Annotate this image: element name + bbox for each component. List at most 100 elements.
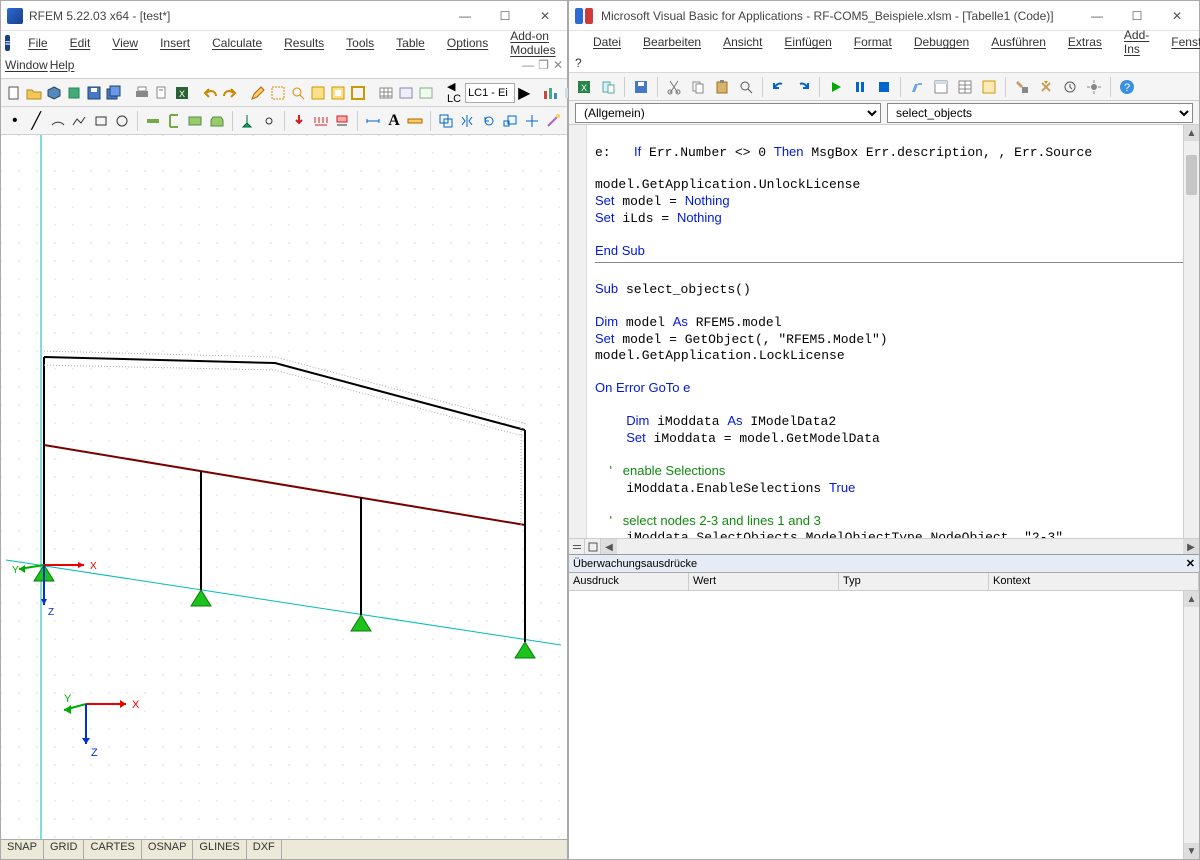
rect-icon[interactable] bbox=[91, 110, 110, 132]
scroll-up-icon[interactable]: ▲ bbox=[1184, 125, 1199, 141]
printpreview-icon[interactable] bbox=[153, 82, 171, 104]
menu-debuggen[interactable]: Debuggen bbox=[904, 32, 979, 52]
menu-fenster[interactable]: Fenster bbox=[1161, 32, 1200, 52]
object-browser-icon[interactable] bbox=[978, 76, 1000, 98]
view-excel-icon[interactable]: X bbox=[573, 76, 595, 98]
help-icon[interactable]: ? bbox=[1116, 76, 1138, 98]
menu-bearbeiten[interactable]: Bearbeiten bbox=[633, 32, 711, 52]
wand-icon[interactable] bbox=[544, 110, 563, 132]
lineload-icon[interactable] bbox=[311, 110, 330, 132]
menu-ansicht[interactable]: Ansicht bbox=[713, 32, 772, 52]
support-icon[interactable] bbox=[238, 110, 257, 132]
run-icon[interactable] bbox=[825, 76, 847, 98]
dim-icon[interactable] bbox=[363, 110, 382, 132]
status-snap[interactable]: SNAP bbox=[1, 840, 44, 859]
ruler-icon[interactable] bbox=[406, 110, 425, 132]
select-all-icon[interactable] bbox=[349, 82, 367, 104]
move-icon[interactable] bbox=[522, 110, 541, 132]
stop-icon[interactable] bbox=[873, 76, 895, 98]
status-dxf[interactable]: DXF bbox=[247, 840, 282, 859]
menu-ausfuehren[interactable]: Ausführen bbox=[981, 32, 1056, 52]
toggle-breakpoint-icon[interactable] bbox=[1035, 76, 1057, 98]
menu-edit[interactable]: Edit bbox=[60, 33, 101, 53]
filter-icon[interactable] bbox=[329, 82, 347, 104]
scroll-thumb[interactable] bbox=[1186, 155, 1197, 195]
options-icon[interactable] bbox=[1083, 76, 1105, 98]
table-icon[interactable] bbox=[377, 82, 395, 104]
menu-calculate[interactable]: Calculate bbox=[202, 33, 272, 53]
arc-icon[interactable] bbox=[48, 110, 67, 132]
menu-options[interactable]: Options bbox=[437, 33, 498, 53]
menu-results[interactable]: Results bbox=[274, 33, 334, 53]
menu-file[interactable]: File bbox=[18, 33, 57, 53]
block-icon[interactable] bbox=[65, 82, 83, 104]
toolbox-icon[interactable] bbox=[1011, 76, 1033, 98]
print-icon[interactable] bbox=[133, 82, 151, 104]
rfem-system-menu-icon[interactable]: ≡ bbox=[5, 35, 10, 51]
code-text[interactable]: e: If Err.Number <> 0 Then MsgBox Err.de… bbox=[587, 140, 1199, 541]
circle-icon[interactable] bbox=[112, 110, 131, 132]
mdi-minimize-button[interactable]: — bbox=[522, 58, 534, 72]
new-icon[interactable] bbox=[5, 82, 23, 104]
code-editor[interactable]: e: If Err.Number <> 0 Then MsgBox Err.de… bbox=[569, 125, 1199, 555]
saveall-icon[interactable] bbox=[105, 82, 123, 104]
status-cartes[interactable]: CARTES bbox=[84, 840, 141, 859]
undo-icon[interactable] bbox=[201, 82, 219, 104]
scale-icon[interactable] bbox=[501, 110, 520, 132]
minimize-button[interactable]: — bbox=[1077, 2, 1117, 30]
watch-close-button[interactable]: ✕ bbox=[1186, 557, 1195, 570]
rfem-model-viewport[interactable]: X Y Z X Y Z bbox=[1, 135, 567, 839]
object-combo[interactable]: (Allgemein) bbox=[575, 103, 881, 123]
line-icon[interactable]: ╱ bbox=[26, 110, 45, 132]
watch-col-wert[interactable]: Wert bbox=[689, 573, 839, 590]
watch-col-typ[interactable]: Typ bbox=[839, 573, 989, 590]
table3-icon[interactable] bbox=[417, 82, 435, 104]
rotate-icon[interactable] bbox=[479, 110, 498, 132]
load-icon[interactable] bbox=[289, 110, 308, 132]
mirror-icon[interactable] bbox=[458, 110, 477, 132]
select-rect-icon[interactable] bbox=[269, 82, 287, 104]
cube-icon[interactable] bbox=[45, 82, 63, 104]
watch-col-ausdruck[interactable]: Ausdruck bbox=[569, 573, 689, 590]
break-icon[interactable] bbox=[849, 76, 871, 98]
design-mode-icon[interactable] bbox=[906, 76, 928, 98]
scroll-left-icon[interactable]: ◀ bbox=[601, 539, 617, 555]
surface-icon[interactable] bbox=[186, 110, 205, 132]
find-icon[interactable] bbox=[735, 76, 757, 98]
vertical-scrollbar[interactable]: ▲ ▼ bbox=[1183, 591, 1199, 859]
excel-icon[interactable]: X bbox=[173, 82, 191, 104]
save-icon[interactable] bbox=[85, 82, 103, 104]
vba-titlebar[interactable]: Microsoft Visual Basic for Applications … bbox=[569, 1, 1199, 31]
mdi-restore-button[interactable]: ❐ bbox=[538, 58, 549, 72]
menu-view[interactable]: View bbox=[102, 33, 148, 53]
results1-icon[interactable] bbox=[541, 82, 559, 104]
scroll-right-icon[interactable]: ▶ bbox=[1183, 539, 1199, 555]
menu-tools[interactable]: Tools bbox=[336, 33, 384, 53]
full-view-icon[interactable] bbox=[585, 539, 601, 555]
watch-col-kontext[interactable]: Kontext bbox=[989, 573, 1199, 590]
redo-icon[interactable] bbox=[221, 82, 239, 104]
close-button[interactable]: ✕ bbox=[1157, 2, 1197, 30]
watch-body[interactable]: ▲ ▼ bbox=[569, 591, 1199, 859]
minimize-button[interactable]: — bbox=[445, 2, 485, 30]
cut-icon[interactable] bbox=[663, 76, 685, 98]
properties-icon[interactable] bbox=[954, 76, 976, 98]
zoom-window-icon[interactable] bbox=[289, 82, 307, 104]
project-explorer-icon[interactable] bbox=[930, 76, 952, 98]
mdi-close-button[interactable]: ✕ bbox=[553, 58, 563, 72]
node-icon[interactable]: • bbox=[5, 110, 24, 132]
menu-help[interactable]: Help bbox=[50, 58, 75, 72]
code-margin[interactable] bbox=[569, 125, 587, 554]
procedure-combo[interactable]: select_objects bbox=[887, 103, 1193, 123]
menu-format[interactable]: Format bbox=[844, 32, 902, 52]
status-grid[interactable]: GRID bbox=[44, 840, 85, 859]
horizontal-scrollbar[interactable]: ◀ ▶ bbox=[601, 539, 1199, 554]
menu-einfuegen[interactable]: Einfügen bbox=[774, 32, 841, 52]
redo-icon[interactable] bbox=[792, 76, 814, 98]
paste-icon[interactable] bbox=[711, 76, 733, 98]
menu-table[interactable]: Table bbox=[386, 33, 435, 53]
table2-icon[interactable] bbox=[397, 82, 415, 104]
copy-icon[interactable] bbox=[687, 76, 709, 98]
status-osnap[interactable]: OSNAP bbox=[142, 840, 194, 859]
text-icon[interactable]: A bbox=[384, 110, 403, 132]
